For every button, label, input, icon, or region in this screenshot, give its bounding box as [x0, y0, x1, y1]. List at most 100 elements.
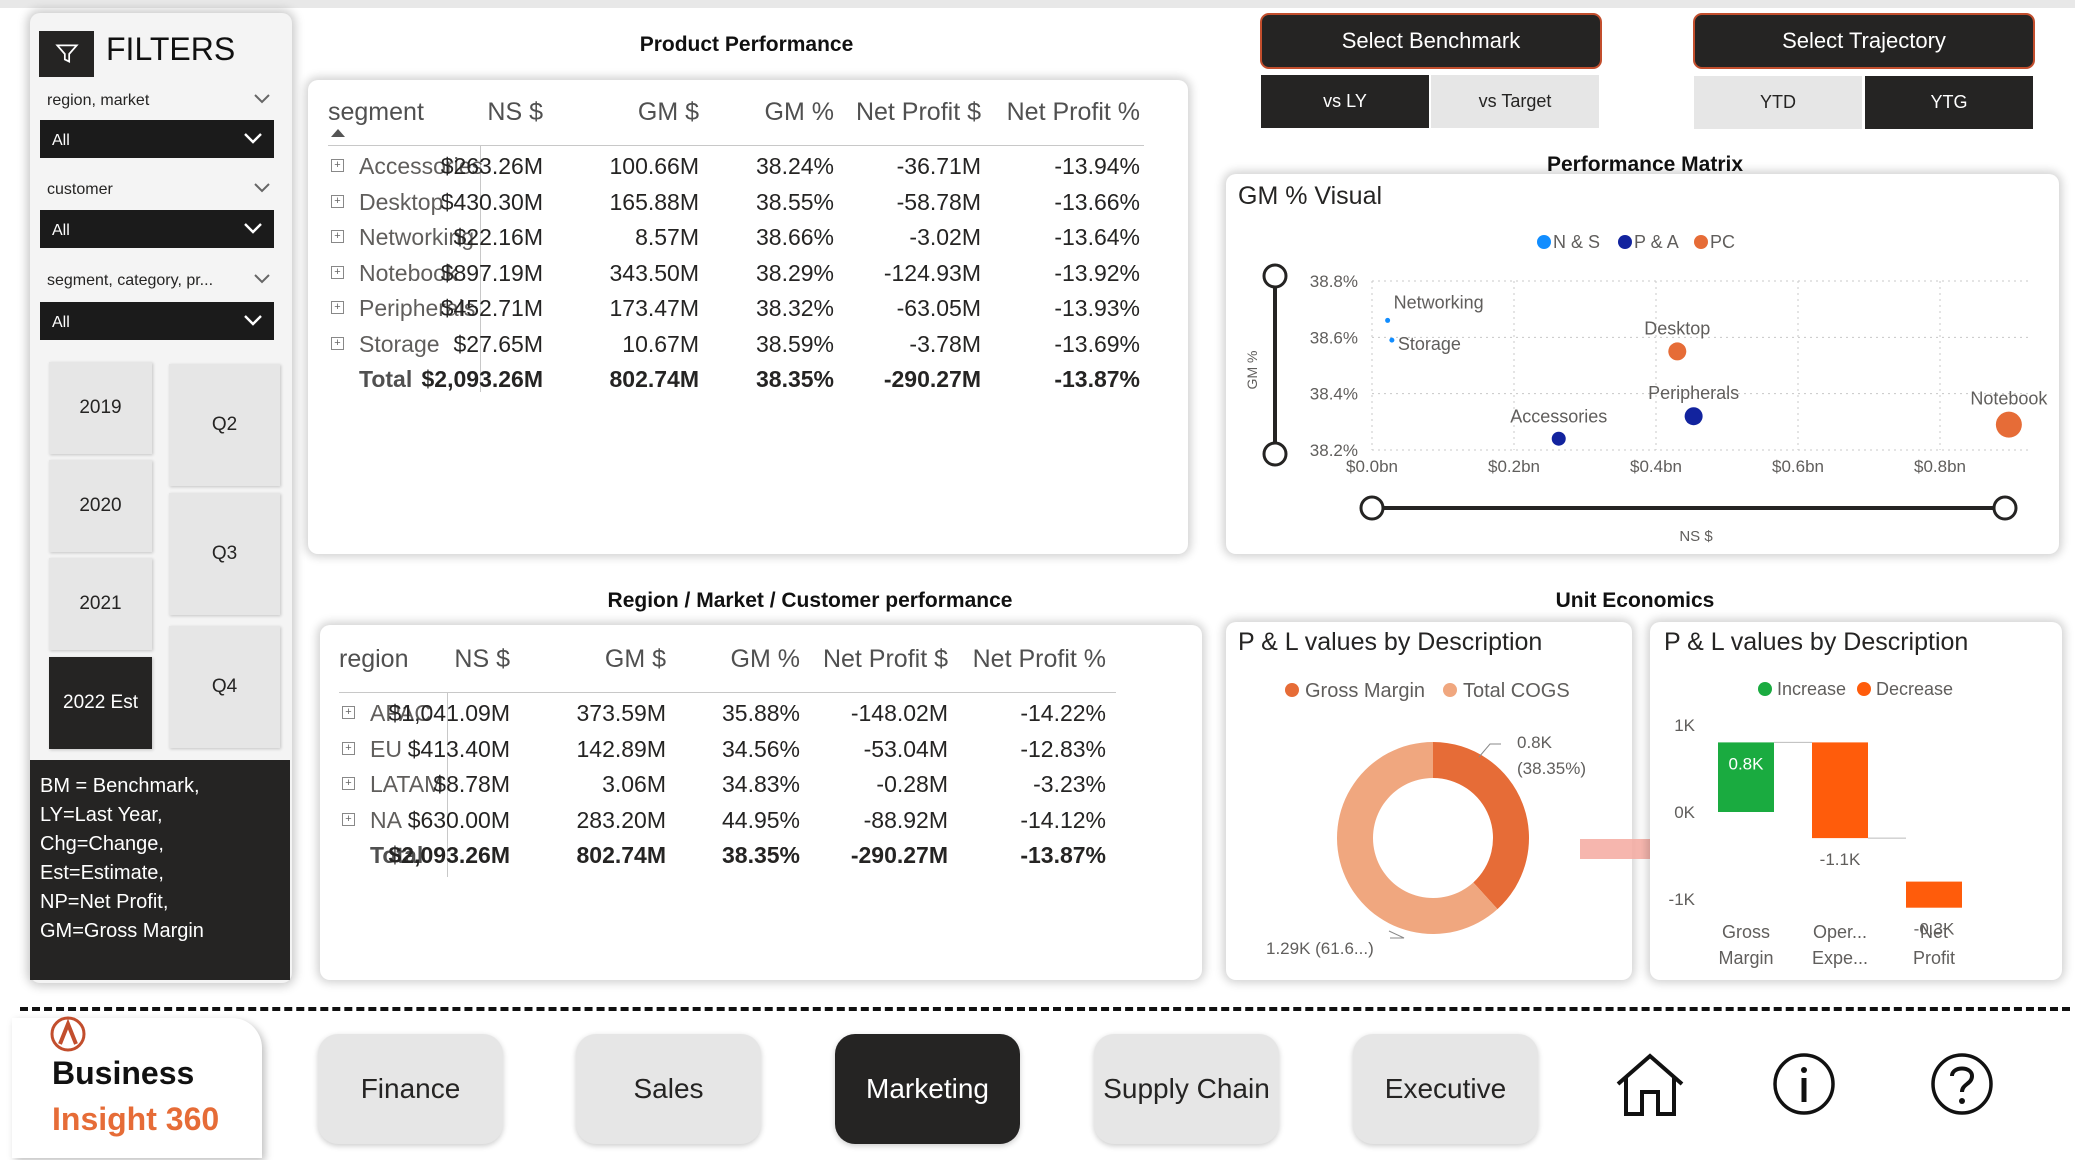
vs-ly-toggle[interactable]: vs LY — [1261, 75, 1429, 128]
segment-select-value: All — [52, 314, 70, 331]
filter-label-segment: segment, category, pr... — [47, 272, 214, 289]
y-tick-label: 38.4% — [1310, 385, 1358, 404]
table-cell: -13.94% — [1054, 153, 1140, 179]
donut-value-label: 0.8K — [1517, 733, 1553, 752]
year-2020[interactable]: 2020 — [49, 460, 152, 552]
y-tick-label: 0K — [1674, 803, 1695, 822]
legend-label: Decrease — [1876, 679, 1953, 699]
x-slider-handle-right[interactable] — [1992, 495, 2018, 521]
glossary-box: BM = Benchmark, LY=Last Year, Chg=Change… — [30, 760, 290, 980]
home-icon[interactable] — [1612, 1052, 1688, 1118]
y-slider-handle-bottom[interactable] — [1262, 441, 1288, 467]
donut-value-label: 1.29K (61.6...) — [1266, 939, 1374, 958]
waterfall-bar[interactable] — [1718, 742, 1774, 812]
filter-icon[interactable] — [39, 31, 94, 77]
waterfall-bar[interactable] — [1812, 742, 1868, 839]
scatter-label: Notebook — [1970, 389, 2048, 409]
x-category-label: Oper... — [1813, 922, 1867, 942]
waterfall-chart: Increase Decrease 1K 0K -1K 0.8K Gross Margin -1… — [1669, 679, 1962, 968]
sort-arrow-icon[interactable] — [330, 128, 346, 138]
glossary-line: GM=Gross Margin — [40, 920, 204, 942]
y-tick-label: 38.6% — [1310, 328, 1358, 347]
table-cell: -13.66% — [1054, 188, 1140, 215]
scatter-point-networking[interactable] — [1385, 317, 1391, 323]
scatter-label: Accessories — [1510, 407, 1607, 427]
table-cell: -13.92% — [1054, 259, 1140, 286]
header-divider — [339, 692, 1116, 693]
legend-label: Increase — [1777, 679, 1846, 699]
year-2022-est[interactable]: 2022 Est — [49, 657, 152, 749]
table-cell: -13.64% — [1054, 224, 1140, 250]
chevron-down-icon[interactable] — [252, 92, 272, 106]
chevron-down-icon[interactable] — [252, 181, 272, 195]
table-cell: -13.69% — [1054, 330, 1140, 357]
customer-select[interactable]: All — [40, 210, 274, 248]
table-cell: -3.23% — [1033, 771, 1106, 797]
year-2019[interactable]: 2019 — [49, 362, 152, 454]
glossary-line: NP=Net Profit, — [40, 891, 169, 913]
product-table-title: Product Performance — [639, 33, 854, 56]
customer-select-value: All — [52, 222, 70, 239]
y-slider-handle-top[interactable] — [1262, 263, 1288, 289]
region-table-panel — [320, 625, 1202, 980]
nav-supply-chain-button[interactable]: Supply Chain — [1094, 1034, 1279, 1144]
glossary-line: LY=Last Year, — [40, 804, 163, 826]
legend-marker — [1285, 683, 1299, 697]
nav-divider — [20, 1007, 2070, 1011]
quarter-q2[interactable]: Q2 — [169, 364, 280, 486]
table-cell: -14.12% — [1020, 806, 1106, 833]
glossary-line: Chg=Change, — [40, 833, 164, 855]
x-tick-label: $0.8bn — [1914, 457, 1966, 476]
legend-label: Gross Margin — [1305, 680, 1425, 702]
region-select[interactable]: All — [40, 120, 274, 158]
donut-slice-gross-margin[interactable] — [1433, 742, 1529, 910]
year-2021[interactable]: 2021 — [49, 558, 152, 650]
table-cell: -13.93% — [1054, 295, 1140, 321]
legend-marker — [1537, 235, 1551, 249]
select-benchmark-button[interactable]: Select Benchmark — [1260, 13, 1602, 69]
nav-executive-button[interactable]: Executive — [1353, 1034, 1538, 1144]
segment-select[interactable]: All — [40, 302, 274, 340]
legend-marker — [1618, 235, 1632, 249]
legend-marker — [1758, 682, 1772, 696]
x-category-label: Net — [1920, 922, 1948, 942]
chevron-down-icon[interactable] — [252, 272, 272, 286]
quarter-q4[interactable]: Q4 — [169, 626, 280, 748]
vs-target-toggle[interactable]: vs Target — [1431, 75, 1599, 128]
quarter-q3[interactable]: Q3 — [169, 493, 280, 615]
scatter-point-desktop[interactable] — [1668, 342, 1687, 361]
select-trajectory-button[interactable]: Select Trajectory — [1693, 13, 2035, 69]
table-cell: -14.22% — [1020, 700, 1106, 726]
info-icon[interactable] — [1772, 1052, 1836, 1116]
total-cell: -13.87% — [1020, 842, 1106, 868]
x-tick-label: $0.4bn — [1630, 457, 1682, 476]
scatter-point-peripherals[interactable] — [1684, 407, 1703, 426]
x-tick-label: $0.0bn — [1346, 457, 1398, 476]
brand-line1: Business — [52, 1055, 195, 1091]
callout-line — [1478, 743, 1501, 758]
header-divider — [328, 145, 1144, 146]
brand-line2: Insight 360 — [52, 1101, 220, 1137]
legend-label: PC — [1710, 232, 1735, 252]
scatter-point-notebook[interactable] — [1995, 411, 2022, 438]
scatter-point-storage[interactable] — [1389, 337, 1395, 343]
legend-marker — [1857, 682, 1871, 696]
glossary-line: Est=Estimate, — [40, 862, 164, 884]
table-cell: -12.83% — [1020, 735, 1106, 762]
legend-label: N & S — [1553, 232, 1600, 252]
legend-marker — [1443, 683, 1457, 697]
chevron-down-icon — [244, 223, 262, 234]
waterfall-bar[interactable] — [1906, 881, 1962, 908]
nav-finance-button[interactable]: Finance — [318, 1034, 503, 1144]
donut-pct-label: (38.35%) — [1517, 759, 1586, 778]
legend-label: P & A — [1634, 232, 1679, 252]
nav-sales-button[interactable]: Sales — [576, 1034, 761, 1144]
x-slider-handle-left[interactable] — [1359, 495, 1385, 521]
help-icon[interactable] — [1930, 1052, 1994, 1116]
x-axis-title: NS $ — [1679, 528, 1713, 545]
ytd-toggle[interactable]: YTD — [1694, 76, 1862, 129]
x-category-label: Gross — [1722, 922, 1770, 942]
ytg-toggle[interactable]: YTG — [1865, 76, 2033, 129]
nav-marketing-button[interactable]: Marketing — [835, 1034, 1020, 1144]
scatter-point-accessories[interactable] — [1551, 431, 1566, 446]
